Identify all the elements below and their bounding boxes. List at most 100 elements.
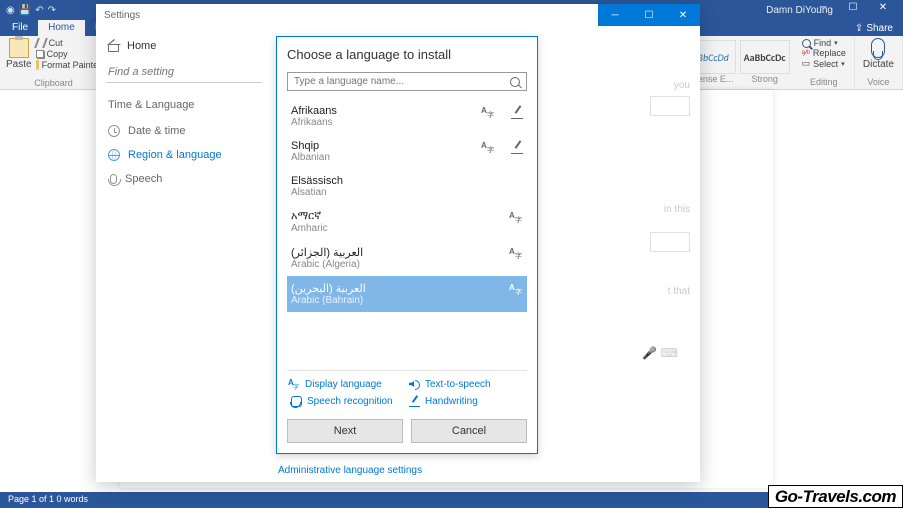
ghost-text: in this <box>664 204 690 215</box>
settings-search-input[interactable] <box>106 62 262 83</box>
language-english-name: Afrikaans <box>291 117 477 128</box>
mic-icon <box>110 174 117 184</box>
display-language-icon <box>511 212 523 224</box>
nav-home[interactable]: Home <box>106 34 262 58</box>
clipboard-group: Paste Cut Copy Format Painter Clipboard <box>0 36 108 89</box>
language-item[interactable]: العربية (البحرين)Arabic (Bahrain) <box>287 276 527 312</box>
feature-text-to-speech: Text-to-speech <box>409 379 525 390</box>
language-english-name: Arabic (Bahrain) <box>291 295 505 306</box>
select-button[interactable]: ▭Select▾ <box>802 58 846 69</box>
display-language-icon <box>483 107 495 119</box>
settings-nav: Home Time & Language Date & time Region … <box>96 26 272 482</box>
handwriting-icon <box>511 107 523 119</box>
language-item[interactable]: ElsässischAlsatian <box>287 169 527 204</box>
ghost-icon: 🎤 ⌨ <box>642 346 678 360</box>
language-native-name: Shqip <box>291 140 477 152</box>
display-language-icon <box>511 284 523 296</box>
settings-close-button[interactable]: ✕ <box>666 4 700 26</box>
language-list[interactable]: AfrikaansAfrikaansShqipAlbanianElsässisc… <box>287 99 527 370</box>
next-button[interactable]: Next <box>287 419 403 443</box>
replace-icon: ᵃ⁄ᵇ <box>802 48 810 58</box>
word-minimize-button[interactable]: ─ <box>809 2 837 13</box>
clock-icon <box>108 125 120 137</box>
select-icon: ▭ <box>802 58 811 69</box>
settings-maximize-button[interactable]: ☐ <box>632 4 666 26</box>
language-english-name: Albanian <box>291 152 477 163</box>
language-english-name: Alsatian <box>291 187 505 198</box>
nav-date-time[interactable]: Date & time <box>106 119 262 143</box>
cut-icon <box>34 38 48 48</box>
language-install-dialog: Choose a language to install AfrikaansAf… <box>276 36 538 454</box>
language-native-name: Elsässisch <box>291 175 505 187</box>
language-item[interactable]: አማርኛAmharic <box>287 204 527 240</box>
language-native-name: Afrikaans <box>291 105 477 117</box>
format-painter-button[interactable]: Format Painter <box>36 60 102 70</box>
nav-speech[interactable]: Speech <box>106 167 262 191</box>
feature-handwriting: Handwriting <box>409 396 525 407</box>
find-button[interactable]: Find▾ <box>802 38 846 48</box>
handwriting-icon <box>511 142 523 154</box>
word-close-button[interactable]: ✕ <box>869 2 897 13</box>
language-item[interactable]: العربية (الجزائر)Arabic (Algeria) <box>287 240 527 276</box>
status-left: Page 1 of 1 0 words <box>8 494 88 506</box>
style-strong[interactable]: AaBbCcDc <box>740 40 790 74</box>
language-search-box[interactable] <box>287 72 527 91</box>
display-language-icon <box>289 379 300 390</box>
clipboard-icon <box>9 38 29 58</box>
language-english-name: Amharic <box>291 223 505 234</box>
dictate-button[interactable]: Dictate <box>863 59 894 70</box>
admin-language-settings-link[interactable]: Administrative language settings <box>278 465 422 476</box>
copy-icon <box>36 50 44 58</box>
language-english-name: Arabic (Algeria) <box>291 259 505 270</box>
language-features: Display language Text-to-speech Speech r… <box>287 370 527 411</box>
tts-icon <box>409 379 420 390</box>
share-button[interactable]: ⇪Share <box>845 20 903 36</box>
handwriting-icon <box>409 396 420 407</box>
nav-region-language[interactable]: Region & language <box>106 143 262 167</box>
cancel-button[interactable]: Cancel <box>411 419 527 443</box>
copy-button[interactable]: Copy <box>36 49 102 59</box>
language-item[interactable]: AfrikaansAfrikaans <box>287 99 527 134</box>
watermark: Go-Travels.com <box>768 485 903 508</box>
feature-speech-recognition: Speech recognition <box>289 396 405 407</box>
redo-icon[interactable]: ↷ <box>48 5 56 16</box>
share-icon: ⇪ <box>855 23 863 34</box>
save-icon[interactable]: 💾 <box>19 5 31 16</box>
clipboard-group-label: Clipboard <box>6 78 101 88</box>
language-native-name: አማርኛ <box>291 210 505 223</box>
dialog-title: Choose a language to install <box>287 47 527 62</box>
ghost-text: you <box>674 80 690 91</box>
settings-title: Settings <box>96 10 140 21</box>
search-icon <box>510 77 520 87</box>
dictate-icon <box>871 38 885 58</box>
brush-icon <box>36 60 39 70</box>
ghost-dropdown[interactable] <box>650 232 690 252</box>
replace-button[interactable]: ᵃ⁄ᵇReplace <box>802 48 846 58</box>
speech-recognition-icon <box>291 396 302 407</box>
display-language-icon <box>511 248 523 260</box>
tab-home[interactable]: Home <box>38 20 85 36</box>
language-native-name: العربية (الجزائر) <box>291 246 505 259</box>
paste-label: Paste <box>6 59 32 70</box>
home-icon <box>108 45 119 52</box>
tab-file[interactable]: File <box>2 20 38 36</box>
cut-button[interactable]: Cut <box>36 38 102 48</box>
language-item[interactable]: ShqipAlbanian <box>287 134 527 169</box>
display-language-icon <box>483 142 495 154</box>
settings-minimize-button[interactable]: ─ <box>598 4 632 26</box>
paste-button[interactable]: Paste <box>6 38 32 70</box>
language-native-name: العربية (البحرين) <box>291 282 505 295</box>
feature-display-language: Display language <box>289 379 405 390</box>
word-maximize-button[interactable]: ☐ <box>839 2 867 13</box>
voice-group: Dictate Voice <box>855 36 903 89</box>
undo-icon[interactable]: ↶ <box>35 5 43 16</box>
autosave-icon: ◉ <box>6 5 15 16</box>
find-icon <box>802 39 811 48</box>
settings-titlebar: Settings ─ ☐ ✕ <box>96 4 700 26</box>
globe-icon <box>108 149 120 161</box>
ghost-text: t that <box>668 286 690 297</box>
ghost-dropdown[interactable] <box>650 96 690 116</box>
editing-group: Find▾ ᵃ⁄ᵇReplace ▭Select▾ Editing <box>794 36 855 89</box>
nav-section-header: Time & Language <box>106 93 262 117</box>
language-search-input[interactable] <box>294 76 510 87</box>
